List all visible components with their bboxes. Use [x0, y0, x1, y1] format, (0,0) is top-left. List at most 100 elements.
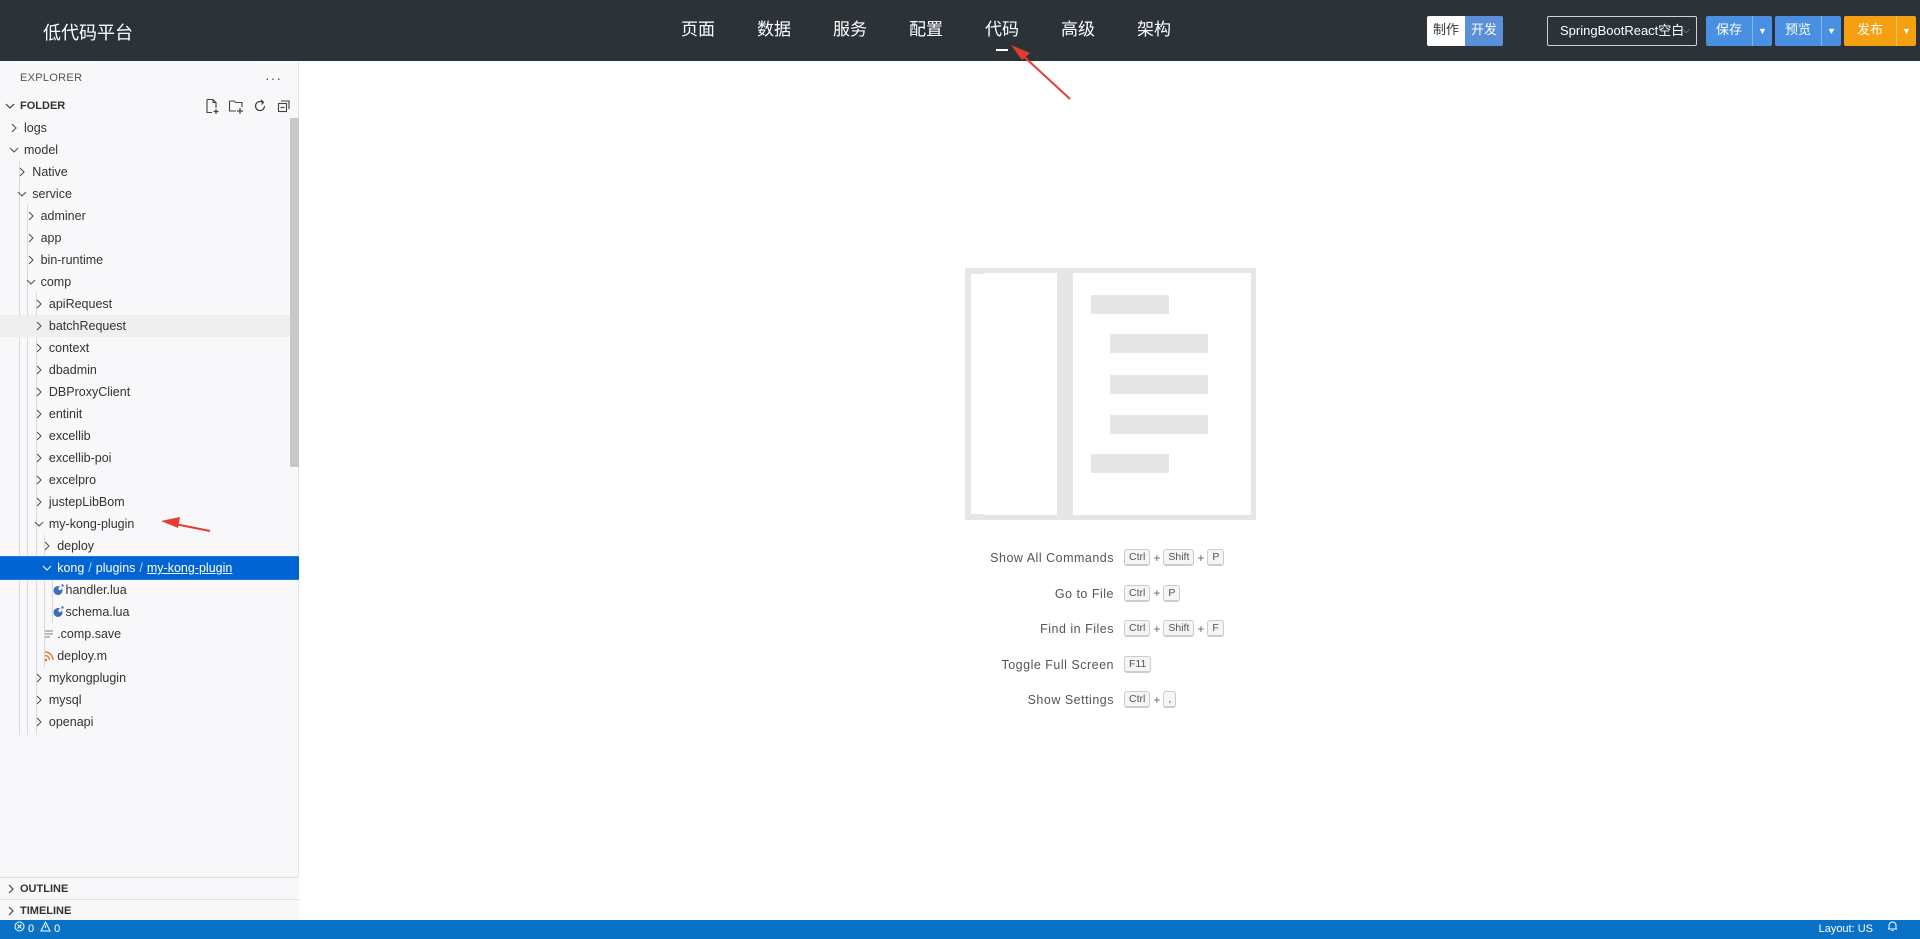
publish-button[interactable]: 发布: [1844, 16, 1896, 46]
nav-item[interactable]: 代码: [964, 0, 1040, 61]
tree-item-label: handler.lua: [65, 583, 127, 597]
tree-folder[interactable]: service: [0, 183, 299, 205]
error-count: 0: [28, 923, 35, 935]
publish-dropdown-caret-icon[interactable]: ▼: [1896, 16, 1916, 46]
tree-folder[interactable]: mykongplugin: [0, 667, 299, 689]
keyboard-layout[interactable]: Layout: US: [1819, 920, 1873, 939]
tree-folder[interactable]: excelpro: [0, 469, 299, 491]
tree-item-label: batchRequest: [48, 319, 127, 333]
tree-folder[interactable]: context: [0, 337, 299, 359]
publish-split-button: 发布 ▼: [1844, 16, 1917, 46]
tree-folder[interactable]: my-kong-plugin: [0, 513, 299, 535]
tree-folder[interactable]: justepLibBom: [0, 491, 299, 513]
new-folder-icon[interactable]: [228, 98, 244, 114]
tree-folder[interactable]: excellib-poi: [0, 447, 299, 469]
preview-button[interactable]: 预览: [1775, 16, 1821, 46]
nav-item[interactable]: 服务: [812, 0, 888, 61]
chevron-down-icon: [8, 139, 20, 161]
nav-item[interactable]: 高级: [1040, 0, 1116, 61]
path-segment: kong: [57, 561, 85, 575]
shortcut-keys: Ctrl + Shift + F: [1124, 620, 1224, 637]
shortcut-label: Go to File: [1054, 586, 1114, 601]
tree-folder[interactable]: mysql: [0, 689, 299, 711]
chevron-right-icon: [33, 469, 45, 491]
tree-folder[interactable]: excellib: [0, 425, 299, 447]
tree-folder[interactable]: request: [0, 733, 299, 735]
tree-folder[interactable]: logs: [0, 117, 299, 139]
tree-item-label: deploy: [57, 539, 95, 553]
tree-folder[interactable]: comp: [0, 271, 299, 293]
tree-item-label: DBProxyClient: [48, 385, 131, 399]
tree-folder[interactable]: openapi: [0, 711, 299, 733]
save-button[interactable]: 保存: [1706, 16, 1752, 46]
tree-folder[interactable]: adminer: [0, 205, 299, 227]
app-brand: 低代码平台: [43, 23, 133, 44]
keybinding-key: Ctrl: [1124, 691, 1151, 708]
nav-item[interactable]: 架构: [1116, 0, 1192, 61]
project-select[interactable]: SpringBootReact空白 ⌵: [1547, 16, 1697, 46]
rss-file-icon: [43, 645, 55, 667]
tree-folder[interactable]: deploy: [0, 535, 299, 557]
notifications-bell-icon[interactable]: [1887, 920, 1898, 939]
chevron-down-icon: [41, 557, 53, 579]
tree-folder[interactable]: Native: [0, 161, 299, 183]
more-actions-icon[interactable]: ···: [265, 61, 282, 95]
shortcut-label: Toggle Full Screen: [1001, 657, 1114, 672]
chevron-right-icon: [8, 117, 20, 139]
tree-item-label: mysql: [48, 693, 82, 707]
chevron-down-icon: [16, 183, 28, 205]
tree-file[interactable]: handler.lua: [0, 579, 299, 601]
tree-folder[interactable]: bin-runtime: [0, 249, 299, 271]
tree-file[interactable]: schema.lua: [0, 601, 299, 623]
shortcut-row[interactable]: Toggle Full Screen F11: [940, 655, 1340, 694]
tree-item-label: .comp.save: [57, 627, 122, 641]
nav-item[interactable]: 配置: [888, 0, 964, 61]
shortcut-row[interactable]: Show Settings Ctrl +,: [940, 691, 1340, 729]
tree-scrollbar[interactable]: [290, 118, 299, 467]
tree-item-label: excelpro: [48, 473, 97, 487]
keybinding-key: Shift: [1163, 549, 1195, 566]
keybinding-key: Ctrl: [1124, 584, 1151, 602]
tree-file[interactable]: deploy.m: [0, 645, 299, 667]
explorer-title: EXPLORER: [20, 72, 83, 84]
tree-item-label: request: [49, 733, 91, 735]
mode-make-button[interactable]: 制作: [1427, 16, 1465, 46]
tree-folder[interactable]: dbadmin: [0, 359, 299, 381]
shortcut-keys: Ctrl +,: [1124, 691, 1177, 708]
tree-folder[interactable]: batchRequest: [0, 315, 299, 337]
keybinding-key: P: [1207, 549, 1225, 566]
tree-folder[interactable]: apiRequest: [0, 293, 299, 315]
tree-item-label: model: [24, 143, 59, 157]
shortcut-row[interactable]: Find in Files Ctrl + Shift + F: [940, 620, 1340, 658]
tree-folder[interactable]: app: [0, 227, 299, 249]
problems-indicator[interactable]: 0 0: [14, 920, 60, 939]
outline-panel-header[interactable]: OUTLINE: [0, 877, 299, 899]
warning-count: 0: [54, 923, 61, 935]
tree-folder[interactable]: entinit: [0, 403, 299, 425]
mode-dev-button[interactable]: 开发: [1465, 16, 1503, 46]
keybinding-key: ,: [1163, 691, 1177, 708]
chevron-right-icon: [33, 667, 45, 689]
save-dropdown-caret-icon[interactable]: ▼: [1752, 16, 1772, 46]
refresh-icon[interactable]: [252, 98, 268, 114]
tree-item-label: justepLibBom: [48, 495, 125, 509]
tree-folder[interactable]: model: [0, 139, 299, 161]
new-file-icon[interactable]: [204, 98, 220, 114]
chevron-right-icon: [33, 711, 45, 733]
chevron-right-icon: [25, 249, 37, 271]
shortcut-row[interactable]: Go to File Ctrl + P: [940, 584, 1340, 623]
shortcut-keys: F11: [1124, 655, 1152, 673]
folder-section-header[interactable]: FOLDER: [0, 95, 298, 117]
preview-dropdown-caret-icon[interactable]: ▼: [1821, 16, 1841, 46]
timeline-panel-header[interactable]: TIMELINE: [0, 899, 299, 921]
tree-file[interactable]: .comp.save: [0, 623, 299, 645]
tree-item-label: service: [32, 187, 72, 201]
shortcut-row[interactable]: Show All Commands Ctrl + Shift + P: [940, 549, 1340, 587]
explorer-header: EXPLORER ···: [0, 61, 298, 95]
folder-actions: [204, 98, 292, 114]
tree-folder[interactable]: kong / plugins / my-kong-plugin: [0, 556, 299, 580]
nav-item[interactable]: 页面: [660, 0, 736, 61]
tree-folder[interactable]: DBProxyClient: [0, 381, 299, 403]
nav-item[interactable]: 数据: [736, 0, 812, 61]
collapse-all-icon[interactable]: [276, 98, 292, 114]
